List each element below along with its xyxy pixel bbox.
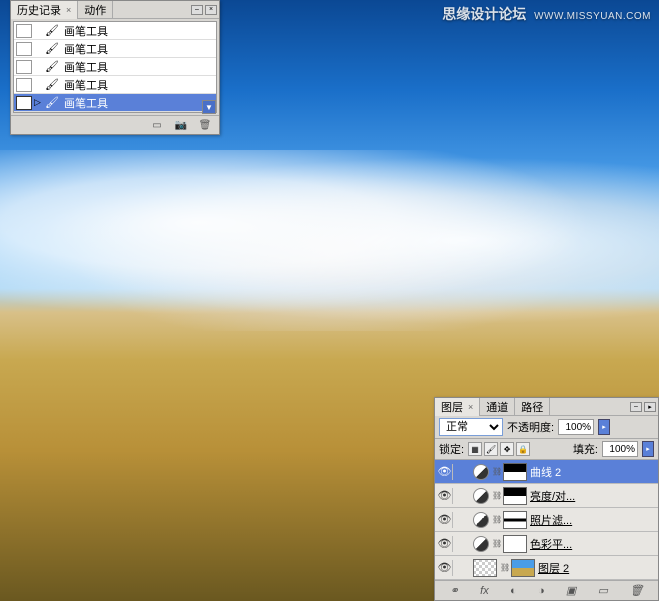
panel-tabs: 图层 × 通道 路径 – ▸ xyxy=(435,398,658,416)
scroll-down-icon[interactable]: ▼ xyxy=(202,100,216,114)
brush-icon: 🖌 xyxy=(44,78,60,91)
trash-icon[interactable]: 🗑 xyxy=(629,584,643,597)
fill-label: 填充: xyxy=(573,441,598,457)
visibility-icon[interactable]: 👁 xyxy=(437,536,453,552)
tab-paths[interactable]: 路径 xyxy=(515,398,550,416)
panel-tabs: 历史记录 × 动作 – × xyxy=(11,1,219,19)
close-panel-icon[interactable]: × xyxy=(205,5,217,15)
mask-thumbnail[interactable] xyxy=(503,535,527,553)
new-document-icon[interactable]: ▭ xyxy=(149,118,165,132)
fx-icon[interactable]: fx xyxy=(480,585,489,597)
watermark: 思缘设计论坛 WWW.MISSYUAN.COM xyxy=(442,4,651,24)
visibility-icon[interactable]: 👁 xyxy=(437,512,453,528)
opacity-input[interactable] xyxy=(558,419,594,435)
layers-panel: 图层 × 通道 路径 – ▸ 正常 不透明度: ▸ 锁定: ▦ 🖌 ✥ 🔒 填充… xyxy=(434,397,659,601)
lock-brush-icon[interactable]: 🖌 xyxy=(484,442,498,456)
link-icon: ⛓ xyxy=(492,467,500,476)
adjustment-icon xyxy=(473,512,489,528)
link-icon: ⛓ xyxy=(492,539,500,548)
layer-row[interactable]: 👁 ⛓ 色彩平... xyxy=(435,532,658,556)
visibility-icon[interactable]: 👁 xyxy=(437,488,453,504)
mask-icon[interactable]: ◐ xyxy=(510,585,517,597)
layer-row[interactable]: 👁 ⛓ 照片滤... xyxy=(435,508,658,532)
history-footer: ▭ 📷 🗑 xyxy=(11,115,219,134)
group-icon[interactable]: ▣ xyxy=(566,584,576,597)
blend-mode-select[interactable]: 正常 xyxy=(439,418,503,436)
layer-label[interactable]: 图层 2 xyxy=(538,560,656,576)
layer-row[interactable]: 👁 ⛓ 亮度/对... xyxy=(435,484,658,508)
close-icon[interactable]: × xyxy=(66,5,71,15)
watermark-text: 思缘设计论坛 xyxy=(442,6,526,22)
layer-label[interactable]: 亮度/对... xyxy=(530,488,656,504)
history-snapshot-toggle[interactable] xyxy=(16,60,32,74)
layer-row[interactable]: 👁 ⛓ 曲线 2 xyxy=(435,460,658,484)
layers-list: 👁 ⛓ 曲线 2 👁 ⛓ 亮度/对... 👁 ⛓ 照片滤... 👁 xyxy=(435,460,658,580)
history-item[interactable]: ▷ 🖌 画笔工具 xyxy=(14,94,216,112)
lock-all-icon[interactable]: 🔒 xyxy=(516,442,530,456)
trash-icon[interactable]: 🗑 xyxy=(197,118,213,132)
fill-input[interactable] xyxy=(602,441,638,457)
visibility-icon[interactable]: 👁 xyxy=(437,464,453,480)
minimize-icon[interactable]: – xyxy=(191,5,203,15)
menu-icon[interactable]: ▸ xyxy=(644,402,656,412)
adjustment-icon xyxy=(473,536,489,552)
fill-slider-icon[interactable]: ▸ xyxy=(642,441,654,457)
mask-thumbnail[interactable] xyxy=(503,463,527,481)
link-icon: ⛓ xyxy=(500,563,508,572)
layer-label[interactable]: 曲线 2 xyxy=(530,464,656,480)
mask-thumbnail[interactable] xyxy=(511,559,535,577)
tab-actions[interactable]: 动作 xyxy=(78,1,113,19)
adjustment-icon xyxy=(473,488,489,504)
minimize-icon[interactable]: – xyxy=(630,402,642,412)
tab-history[interactable]: 历史记录 × xyxy=(11,1,78,19)
lock-row: 锁定: ▦ 🖌 ✥ 🔒 填充: ▸ xyxy=(435,439,658,460)
tab-layers[interactable]: 图层 × xyxy=(435,398,480,416)
brush-icon: 🖌 xyxy=(44,60,60,73)
link-layers-icon[interactable]: ⚭ xyxy=(450,584,459,597)
layer-label[interactable]: 照片滤... xyxy=(530,512,656,528)
current-marker-icon: ▷ xyxy=(34,97,44,108)
history-item[interactable]: 🖌 画笔工具 xyxy=(14,58,216,76)
history-item[interactable]: 🖌 画笔工具 xyxy=(14,40,216,58)
lock-transparency-icon[interactable]: ▦ xyxy=(468,442,482,456)
brush-icon: 🖌 xyxy=(44,42,60,55)
visibility-icon[interactable]: 👁 xyxy=(437,560,453,576)
history-snapshot-toggle[interactable] xyxy=(16,42,32,56)
close-icon[interactable]: × xyxy=(468,402,473,412)
lock-label: 锁定: xyxy=(439,441,464,457)
mask-thumbnail[interactable] xyxy=(503,511,527,529)
opacity-slider-icon[interactable]: ▸ xyxy=(598,419,610,435)
history-panel: 历史记录 × 动作 – × 🖌 画笔工具 🖌 画笔工具 🖌 画笔工具 xyxy=(10,0,220,135)
link-icon: ⛓ xyxy=(492,491,500,500)
history-snapshot-toggle[interactable] xyxy=(16,96,32,110)
layer-thumbnail[interactable] xyxy=(473,559,497,577)
history-snapshot-toggle[interactable] xyxy=(16,78,32,92)
history-snapshot-toggle[interactable] xyxy=(16,24,32,38)
history-list: 🖌 画笔工具 🖌 画笔工具 🖌 画笔工具 🖌 画笔工具 ▷ 🖌 画笔工具 xyxy=(13,21,217,113)
layer-label[interactable]: 色彩平... xyxy=(530,536,656,552)
lock-move-icon[interactable]: ✥ xyxy=(500,442,514,456)
history-item[interactable]: 🖌 画笔工具 xyxy=(14,22,216,40)
link-icon: ⛓ xyxy=(492,515,500,524)
layers-footer: ⚭ fx ◐ ◑ ▣ ▭ 🗑 xyxy=(435,580,658,600)
brush-icon: 🖌 xyxy=(44,96,60,109)
tab-channels[interactable]: 通道 xyxy=(480,398,515,416)
watermark-url: WWW.MISSYUAN.COM xyxy=(534,11,651,22)
adjustment-icon xyxy=(473,464,489,480)
brush-icon: 🖌 xyxy=(44,24,60,37)
history-item[interactable]: 🖌 画笔工具 xyxy=(14,76,216,94)
opacity-label: 不透明度: xyxy=(507,419,554,435)
adjustment-layer-icon[interactable]: ◑ xyxy=(538,585,545,597)
new-layer-icon[interactable]: ▭ xyxy=(598,584,608,597)
mask-thumbnail[interactable] xyxy=(503,487,527,505)
layer-options-row: 正常 不透明度: ▸ xyxy=(435,416,658,439)
layer-row[interactable]: 👁 ⛓ 图层 2 xyxy=(435,556,658,580)
snapshot-icon[interactable]: 📷 xyxy=(173,118,189,132)
